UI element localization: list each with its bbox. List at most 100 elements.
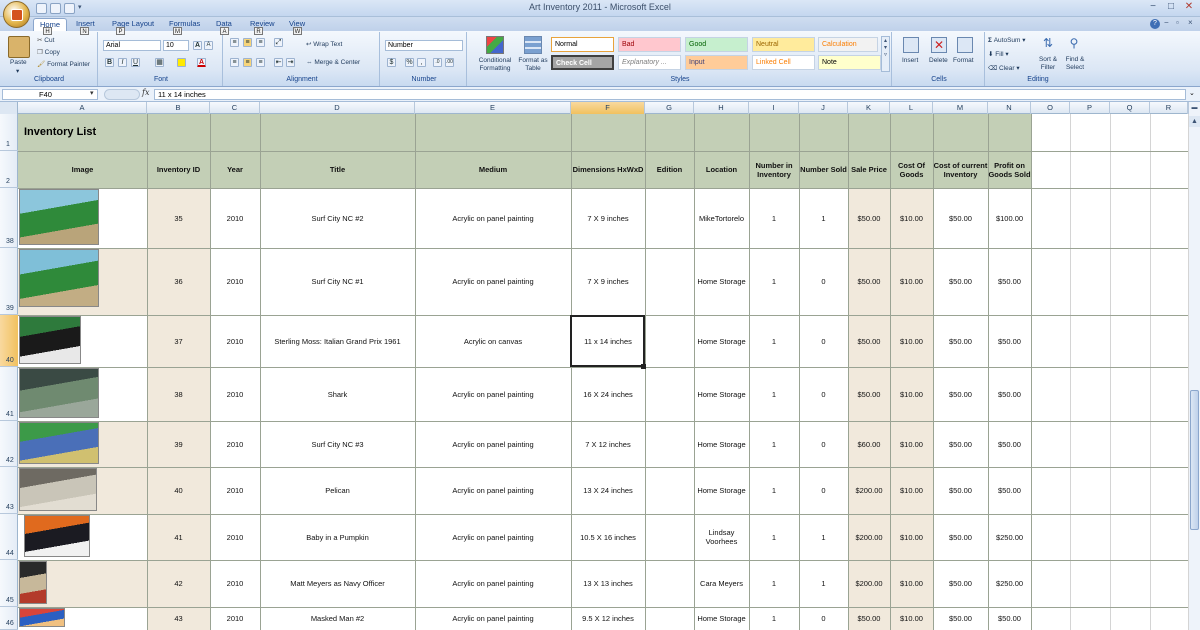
formula-splitter[interactable]	[104, 89, 140, 100]
cell-style-explanatory[interactable]: Explanatory ...	[618, 55, 681, 70]
row-header-41[interactable]: 41	[0, 367, 18, 421]
cell-year[interactable]: 2010	[210, 560, 260, 607]
align-middle-icon[interactable]: ≡	[243, 38, 252, 47]
find-select-button[interactable]: Find & Select	[1062, 56, 1088, 72]
row-header-38[interactable]: 38	[0, 188, 18, 248]
cell-location[interactable]: MikeTortorelo	[694, 188, 749, 248]
cell-edition[interactable]	[645, 367, 694, 421]
row-header-45[interactable]: 45	[0, 560, 18, 607]
cell-edition[interactable]	[645, 188, 694, 248]
artwork-thumbnail[interactable]	[19, 249, 99, 307]
column-header-h[interactable]: H	[694, 102, 749, 114]
cell-location[interactable]: Home Storage	[694, 248, 749, 315]
column-header-d[interactable]: D	[260, 102, 415, 114]
cell-medium[interactable]: Acrylic on panel painting	[415, 560, 571, 607]
row-header-44[interactable]: 44	[0, 514, 18, 560]
clear-button[interactable]: Clear	[999, 65, 1015, 72]
cell-cur[interactable]: $50.00	[933, 315, 988, 367]
cell-medium[interactable]: Acrylic on panel painting	[415, 367, 571, 421]
column-header-e[interactable]: E	[415, 102, 571, 114]
cell-inv[interactable]: 1	[749, 560, 799, 607]
cell-price[interactable]: $50.00	[848, 188, 890, 248]
row-header-39[interactable]: 39	[0, 248, 18, 315]
row-header-43[interactable]: 43	[0, 467, 18, 514]
cell-cur[interactable]: $50.00	[933, 514, 988, 560]
cell-title[interactable]: Masked Man #2	[260, 607, 415, 630]
column-header-n[interactable]: N	[988, 102, 1031, 114]
cell-inv[interactable]: 1	[749, 315, 799, 367]
row-header-1[interactable]: 1	[0, 114, 18, 151]
expand-formula-bar-icon[interactable]: ⌄	[1189, 89, 1195, 97]
cell-dims[interactable]: 7 X 12 inches	[571, 421, 645, 467]
cell-cost[interactable]: $10.00	[890, 560, 933, 607]
cell-style-note[interactable]: Note	[818, 55, 881, 70]
column-header-l[interactable]: L	[890, 102, 933, 114]
cell-cost[interactable]: $10.00	[890, 514, 933, 560]
cell-id[interactable]: 43	[147, 607, 210, 630]
cell-profit[interactable]: $50.00	[988, 607, 1031, 630]
cell-id[interactable]: 39	[147, 421, 210, 467]
cell-edition[interactable]	[645, 315, 694, 367]
delete-button[interactable]: Delete	[929, 57, 948, 64]
split-box[interactable]: ▬	[1189, 102, 1200, 114]
column-header-b[interactable]: B	[147, 102, 210, 114]
artwork-thumbnail[interactable]	[24, 515, 90, 557]
cell-dims[interactable]: 7 X 9 inches	[571, 248, 645, 315]
cell-profit[interactable]: $50.00	[988, 315, 1031, 367]
percent-button[interactable]: %	[405, 58, 414, 67]
bold-button[interactable]: B	[105, 58, 114, 67]
cell-location[interactable]: Home Storage	[694, 367, 749, 421]
cell-medium[interactable]: Acrylic on panel painting	[415, 421, 571, 467]
cell-profit[interactable]: $100.00	[988, 188, 1031, 248]
column-header-r[interactable]: R	[1150, 102, 1188, 114]
column-header-q[interactable]: Q	[1110, 102, 1150, 114]
cell-profit[interactable]: $250.00	[988, 560, 1031, 607]
format-painter-button[interactable]: Format Painter	[47, 61, 90, 68]
maximize-button[interactable]: □	[1162, 1, 1180, 14]
cell-title[interactable]: Pelican	[260, 467, 415, 514]
cell-style-check-cell[interactable]: Check Cell	[551, 55, 614, 70]
cell-medium[interactable]: Acrylic on panel painting	[415, 607, 571, 630]
cell-price[interactable]: $50.00	[848, 248, 890, 315]
cell-style-input[interactable]: Input	[685, 55, 748, 70]
cell-sold[interactable]: 0	[799, 367, 848, 421]
cell-style-neutral[interactable]: Neutral	[752, 37, 815, 52]
row-header-42[interactable]: 42	[0, 421, 18, 467]
cell-dims[interactable]: 9.5 X 12 inches	[571, 607, 645, 630]
cell-id[interactable]: 42	[147, 560, 210, 607]
column-header-i[interactable]: I	[749, 102, 799, 114]
font-color-icon[interactable]: A	[197, 58, 206, 67]
cell-price[interactable]: $200.00	[848, 467, 890, 514]
tab-formulas[interactable]: Formulas	[163, 18, 206, 31]
cell-price[interactable]: $60.00	[848, 421, 890, 467]
conditional-formatting-button[interactable]: Conditional Formatting	[472, 57, 518, 73]
cell-cost[interactable]: $10.00	[890, 421, 933, 467]
cell-title[interactable]: Matt Meyers as Navy Officer	[260, 560, 415, 607]
cell-price[interactable]: $50.00	[848, 607, 890, 630]
align-right-icon[interactable]: ≡	[256, 58, 265, 67]
help-icon[interactable]: ?	[1150, 19, 1160, 29]
copy-button[interactable]: Copy	[45, 49, 60, 56]
name-box-dropdown-icon[interactable]: ▾	[90, 89, 94, 97]
cell-id[interactable]: 40	[147, 467, 210, 514]
cell-inv[interactable]: 1	[749, 421, 799, 467]
row-header-40[interactable]: 40	[0, 315, 18, 367]
cell-sold[interactable]: 0	[799, 421, 848, 467]
cell-title[interactable]: Shark	[260, 367, 415, 421]
cell-dims[interactable]: 13 X 24 inches	[571, 467, 645, 514]
cell-id[interactable]: 41	[147, 514, 210, 560]
column-header-m[interactable]: M	[933, 102, 988, 114]
cell-medium[interactable]: Acrylic on panel painting	[415, 248, 571, 315]
cell-profit[interactable]: $50.00	[988, 367, 1031, 421]
cell-year[interactable]: 2010	[210, 188, 260, 248]
name-box[interactable]: F40	[2, 89, 98, 100]
align-center-icon[interactable]: ≡	[243, 58, 252, 67]
increase-indent-icon[interactable]: ⇥	[286, 58, 295, 67]
cell-year[interactable]: 2010	[210, 248, 260, 315]
cell-id[interactable]: 35	[147, 188, 210, 248]
cell-edition[interactable]	[645, 421, 694, 467]
cell-dims[interactable]: 16 X 24 inches	[571, 367, 645, 421]
cell-medium[interactable]: Acrylic on panel painting	[415, 467, 571, 514]
cell-title[interactable]: Surf City NC #1	[260, 248, 415, 315]
cell-year[interactable]: 2010	[210, 607, 260, 630]
